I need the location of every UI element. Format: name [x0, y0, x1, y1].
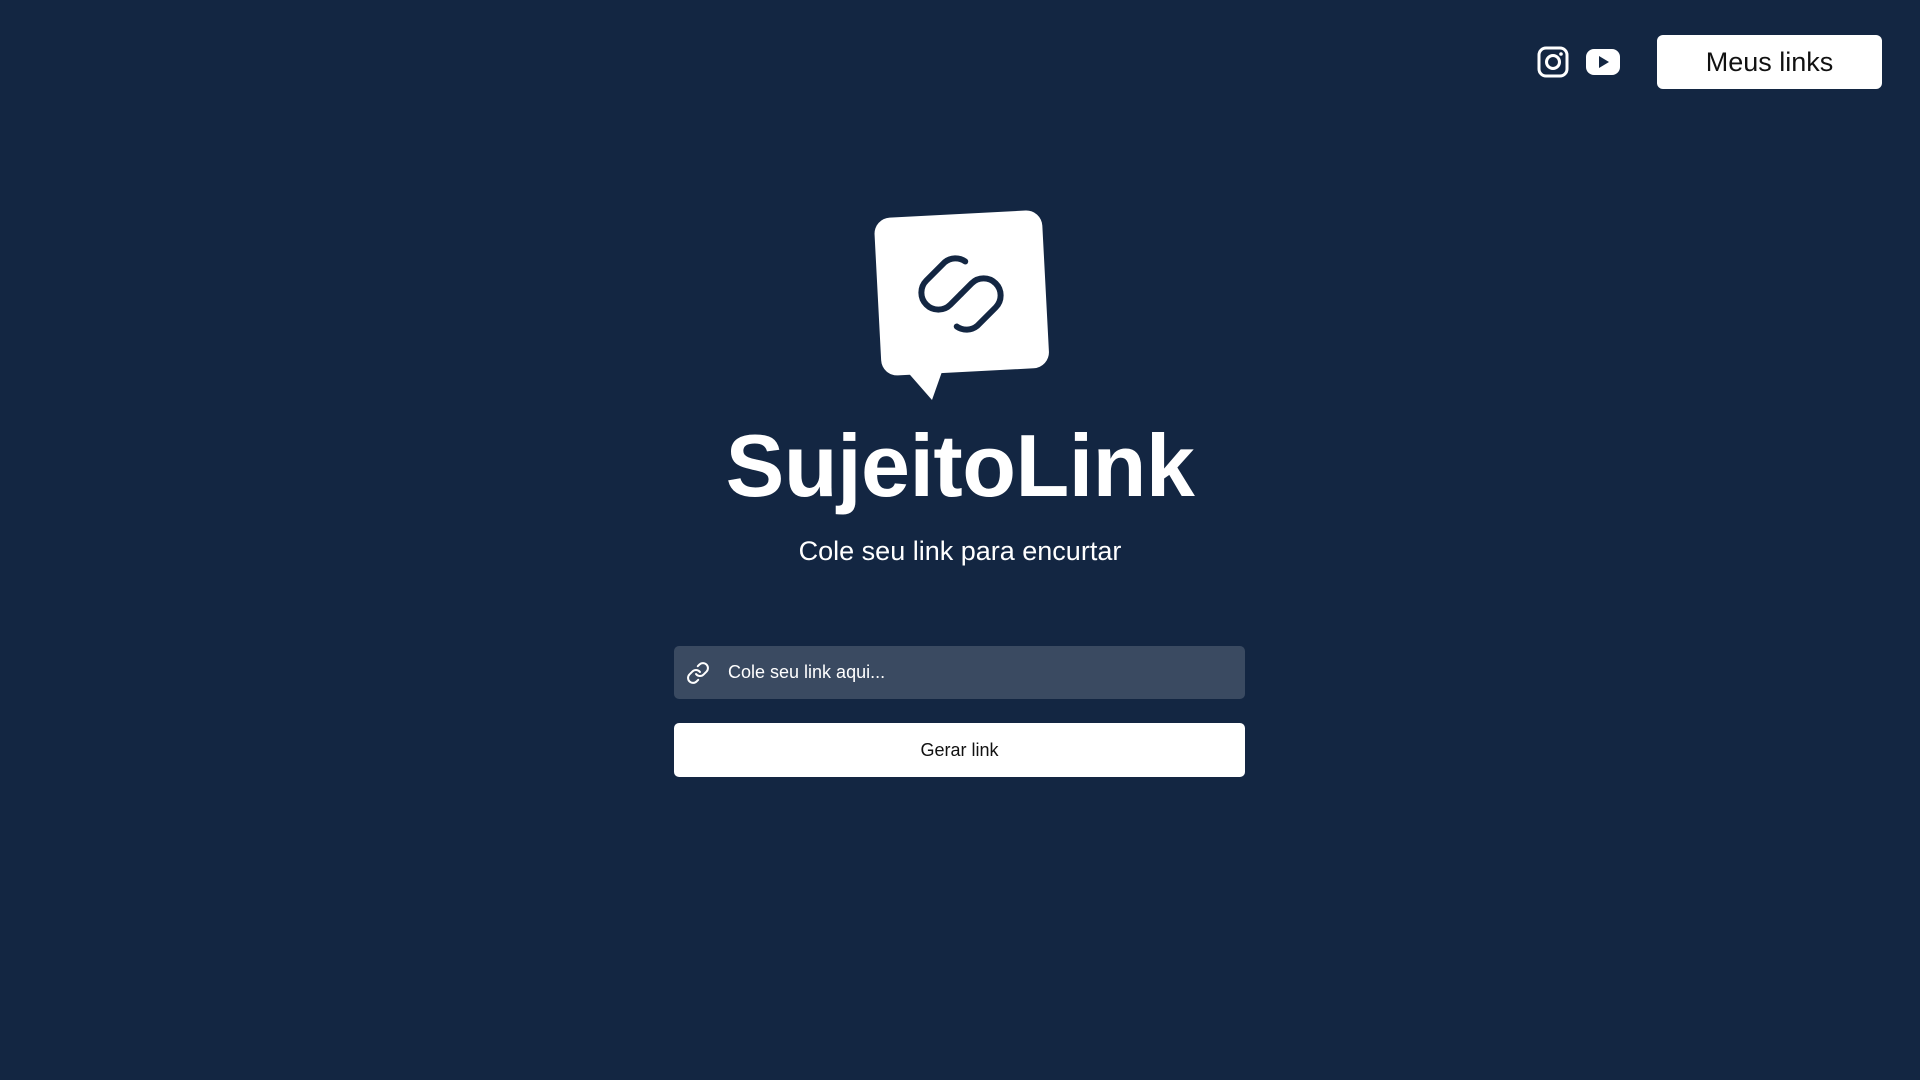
link-input-container — [674, 646, 1245, 699]
link-input[interactable] — [711, 646, 1245, 699]
page: Meus links SujeitoLink Cole seu link par… — [0, 0, 1920, 1080]
app-subtitle: Cole seu link para encurtar — [798, 536, 1122, 566]
youtube-icon[interactable] — [1583, 42, 1623, 82]
link-icon — [685, 660, 711, 686]
app-title: SujeitoLink — [725, 416, 1195, 515]
instagram-icon[interactable] — [1533, 42, 1573, 82]
top-bar: Meus links — [1533, 35, 1882, 89]
logo — [870, 208, 1052, 402]
link-chat-bubble-icon — [874, 210, 1049, 400]
generate-link-button[interactable]: Gerar link — [674, 723, 1245, 777]
my-links-button[interactable]: Meus links — [1657, 35, 1882, 89]
